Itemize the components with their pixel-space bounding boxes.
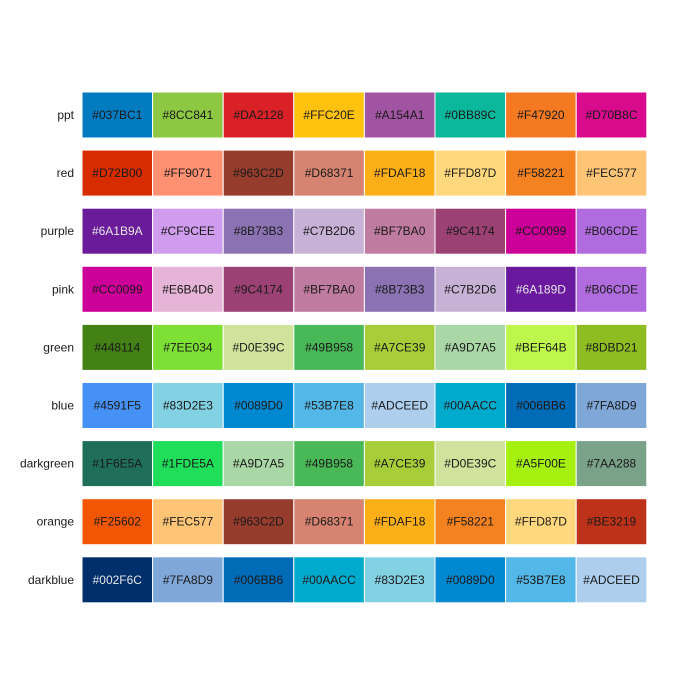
color-hex-label: #49B958 bbox=[305, 340, 353, 354]
row-label-purple: purple bbox=[41, 224, 75, 238]
color-hex-label: #53B7E8 bbox=[304, 399, 354, 413]
color-hex-label: #6A1B9A bbox=[92, 224, 143, 238]
color-hex-label: #CC0099 bbox=[92, 282, 143, 296]
color-hex-label: #006BB6 bbox=[516, 399, 566, 413]
color-hex-label: #FDAF18 bbox=[374, 166, 426, 180]
color-hex-label: #BEF64B bbox=[515, 340, 566, 354]
row-label-blue: blue bbox=[51, 399, 74, 413]
color-hex-label: #8B73B3 bbox=[234, 224, 284, 238]
color-hex-label: #6A189D bbox=[516, 282, 566, 296]
color-hex-label: #963C2D bbox=[233, 515, 284, 529]
color-hex-label: #E6B4D6 bbox=[162, 282, 214, 296]
color-hex-label: #BF7BA0 bbox=[303, 282, 355, 296]
color-hex-label: #D72B00 bbox=[92, 166, 142, 180]
color-hex-label: #8CC841 bbox=[163, 108, 214, 122]
color-hex-label: #A9D7A5 bbox=[445, 340, 497, 354]
color-hex-label: #448114 bbox=[94, 340, 140, 354]
color-hex-label: #FF9071 bbox=[164, 166, 212, 180]
color-hex-label: #D70B8C bbox=[585, 108, 637, 122]
color-hex-label: #D0E39C bbox=[444, 457, 496, 471]
row-label-orange: orange bbox=[37, 515, 75, 529]
row-label-darkgreen: darkgreen bbox=[20, 457, 74, 471]
color-hex-label: #83D2E3 bbox=[163, 399, 213, 413]
color-hex-label: #0089D0 bbox=[234, 399, 283, 413]
color-hex-label: #FFC20E bbox=[303, 108, 354, 122]
color-hex-label: #0BB89C bbox=[445, 108, 497, 122]
color-hex-label: #CC0099 bbox=[516, 224, 567, 238]
color-hex-label: #8B73B3 bbox=[375, 282, 425, 296]
color-hex-label: #B06CDE bbox=[585, 282, 638, 296]
row-label-pink: pink bbox=[52, 282, 75, 296]
color-hex-label: #53B7E8 bbox=[516, 573, 566, 587]
color-hex-label: #1F6E5A bbox=[92, 457, 142, 471]
color-hex-label: #002F6C bbox=[93, 573, 143, 587]
color-cells: #037BC1 #8CC841 #DA2128 #FFC20E #A154A1 #0BB8… bbox=[81, 91, 648, 604]
color-hex-label: #FEC577 bbox=[586, 166, 637, 180]
color-hex-label: #FFD87D bbox=[444, 166, 496, 180]
color-hex-label: #D0E39C bbox=[232, 340, 284, 354]
color-hex-label: #F58221 bbox=[447, 515, 495, 529]
color-hex-label: #037BC1 bbox=[92, 108, 142, 122]
color-hex-label: #4591F5 bbox=[94, 399, 142, 413]
color-hex-label: #A7CE39 bbox=[374, 340, 426, 354]
color-hex-label: #7EE034 bbox=[163, 340, 213, 354]
color-hex-label: #F25602 bbox=[94, 515, 142, 529]
color-hex-label: #DA2128 bbox=[233, 108, 283, 122]
color-hex-label: #7FA8D9 bbox=[586, 399, 636, 413]
color-hex-label: #FFD87D bbox=[515, 515, 567, 529]
color-hex-label: #006BB6 bbox=[234, 573, 284, 587]
color-hex-label: #A5F00E bbox=[516, 457, 566, 471]
color-hex-label: #D68371 bbox=[305, 515, 354, 529]
color-hex-label: #9C4174 bbox=[446, 224, 495, 238]
color-hex-label: #A154A1 bbox=[375, 108, 425, 122]
color-hex-label: #49B958 bbox=[305, 457, 353, 471]
color-hex-label: #F47920 bbox=[517, 108, 565, 122]
row-labels: ppt red purple pink green blue darkgreen orange… bbox=[20, 108, 75, 587]
color-hex-label: #00AACC bbox=[444, 399, 498, 413]
palette-chart: ppt red purple pink green blue darkgreen orange… bbox=[20, 91, 648, 604]
color-hex-label: #C7B2D6 bbox=[303, 224, 355, 238]
color-hex-label: #A7CE39 bbox=[374, 457, 426, 471]
color-hex-label: #7FA8D9 bbox=[163, 573, 213, 587]
color-hex-label: #1FDE5A bbox=[162, 457, 214, 471]
row-label-red: red bbox=[57, 166, 74, 180]
color-hex-label: #83D2E3 bbox=[375, 573, 425, 587]
color-hex-label: #BE3219 bbox=[587, 515, 637, 529]
row-label-green: green bbox=[43, 340, 74, 354]
color-hex-label: #8DBD21 bbox=[585, 340, 637, 354]
color-hex-label: #CF9CEE bbox=[161, 224, 215, 238]
color-hex-label: #963C2D bbox=[233, 166, 284, 180]
color-hex-label: #D68371 bbox=[305, 166, 354, 180]
color-hex-label: #A9D7A5 bbox=[233, 457, 285, 471]
row-label-darkblue: darkblue bbox=[28, 573, 74, 587]
color-hex-label: #00AACC bbox=[302, 573, 356, 587]
color-hex-label: #B06CDE bbox=[585, 224, 638, 238]
color-hex-label: #BF7BA0 bbox=[374, 224, 426, 238]
color-hex-label: #ADCEED bbox=[371, 399, 428, 413]
color-hex-label: #7AA288 bbox=[587, 457, 637, 471]
color-hex-label: #F58221 bbox=[517, 166, 565, 180]
color-hex-label: #C7B2D6 bbox=[444, 282, 496, 296]
color-hex-label: #FEC577 bbox=[163, 515, 214, 529]
color-hex-label: #9C4174 bbox=[234, 282, 283, 296]
color-hex-label: #FDAF18 bbox=[374, 515, 426, 529]
color-hex-label: #0089D0 bbox=[446, 573, 495, 587]
row-label-ppt: ppt bbox=[57, 108, 74, 122]
color-hex-label: #ADCEED bbox=[583, 573, 640, 587]
